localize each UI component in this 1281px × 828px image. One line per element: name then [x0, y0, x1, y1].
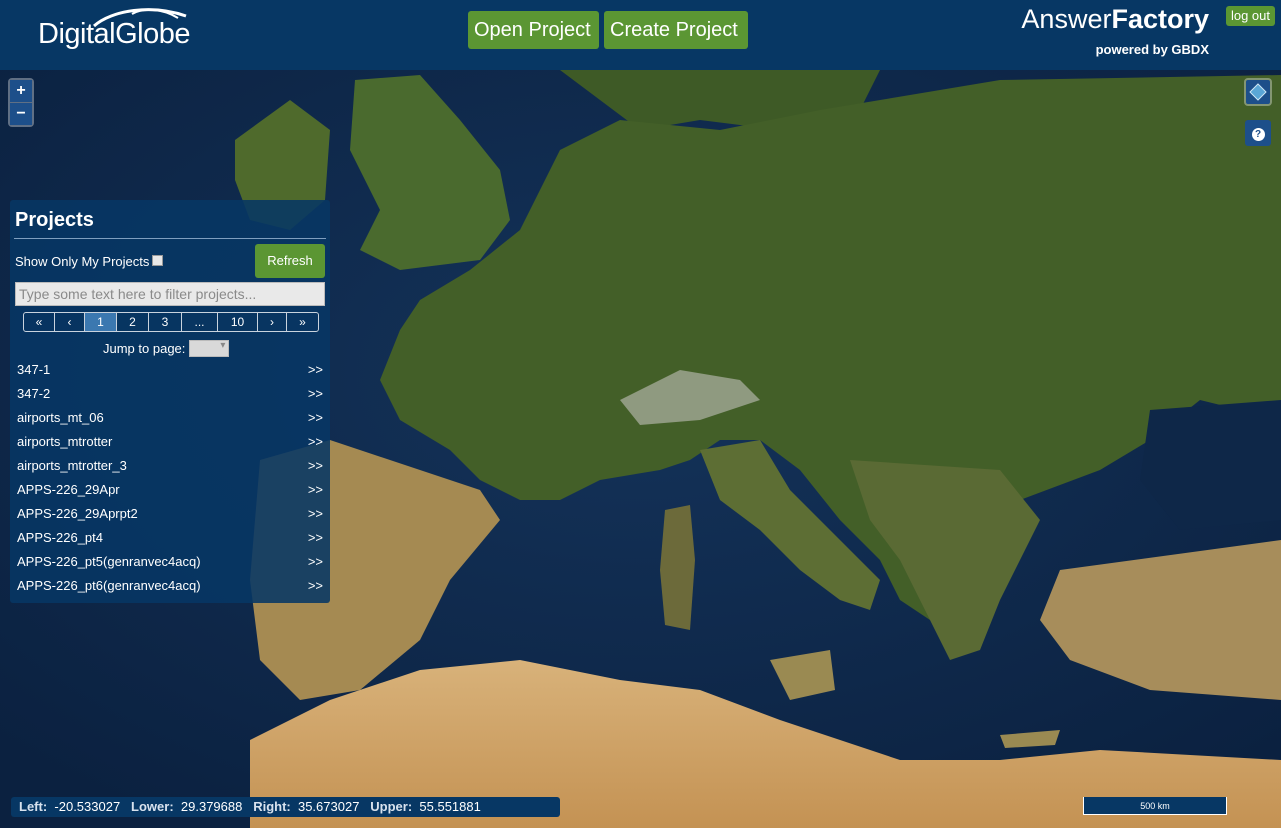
- project-name: APPS-226_29Apr: [17, 482, 120, 497]
- project-item[interactable]: APPS-226_pt5(genranvec4acq) >>: [10, 550, 330, 574]
- show-only-mine: Show Only My Projects: [15, 254, 164, 269]
- project-item[interactable]: APPS-226_pt4 >>: [10, 526, 330, 550]
- map-extent-readout: Left: -20.533027 Lower: 29.379688 Right:…: [11, 797, 560, 817]
- zoom-out-button[interactable]: −: [10, 103, 32, 125]
- open-project-arrow[interactable]: >>: [308, 502, 323, 526]
- pagination: « ‹ 1 2 3 ... 10 › »: [23, 312, 319, 332]
- pager-last[interactable]: »: [287, 313, 318, 331]
- pager-page-10[interactable]: 10: [218, 313, 258, 331]
- extent-upper-label: Upper:: [370, 799, 413, 814]
- land-corsica-sardinia: [660, 505, 695, 630]
- pager-next[interactable]: ›: [258, 313, 287, 331]
- project-filter-input[interactable]: [15, 282, 325, 306]
- extent-left-value: -20.533027: [54, 799, 121, 814]
- project-name: APPS-226_pt5(genranvec4acq): [17, 554, 201, 569]
- brand-light: Answer: [1021, 4, 1112, 34]
- project-name: APPS-226_pt4: [17, 530, 104, 545]
- logout-button[interactable]: log out: [1225, 6, 1275, 26]
- project-item[interactable]: airports_mt_06 >>: [10, 406, 330, 430]
- project-name: APPS-226_29Aprpt2: [17, 506, 138, 521]
- create-project-button[interactable]: Create Project: [604, 11, 748, 49]
- open-project-arrow[interactable]: >>: [308, 478, 323, 502]
- show-only-mine-label: Show Only My Projects: [15, 254, 150, 269]
- project-list: 347-1 >> 347-2 >> airports_mt_06 >> airport…: [10, 358, 330, 598]
- open-project-arrow[interactable]: >>: [308, 430, 323, 454]
- help-button[interactable]: ?: [1245, 120, 1271, 146]
- pager-page-2[interactable]: 2: [117, 313, 149, 331]
- project-item[interactable]: APPS-226_29Aprpt2 >>: [10, 502, 330, 526]
- open-project-arrow[interactable]: >>: [308, 526, 323, 550]
- layers-button[interactable]: [1244, 78, 1272, 106]
- project-name: airports_mtrotter_3: [17, 458, 127, 473]
- project-name: airports_mt_06: [17, 410, 104, 425]
- project-item[interactable]: APPS-226_29Apr >>: [10, 478, 330, 502]
- open-project-arrow[interactable]: >>: [308, 574, 323, 598]
- open-project-arrow[interactable]: >>: [308, 358, 323, 382]
- project-name: 347-2: [17, 386, 51, 401]
- pager-ellipsis: ...: [182, 313, 218, 331]
- pager-first[interactable]: «: [24, 313, 55, 331]
- project-name: airports_mtrotter: [17, 434, 113, 449]
- projects-panel: Projects Show Only My Projects Refresh «…: [10, 200, 330, 603]
- open-project-arrow[interactable]: >>: [308, 406, 323, 430]
- jump-to-page: Jump to page:: [103, 340, 230, 357]
- jump-label: Jump to page:: [103, 341, 186, 356]
- open-project-button[interactable]: Open Project: [468, 11, 599, 49]
- project-name: 347-1: [17, 362, 51, 377]
- pager-page-1[interactable]: 1: [85, 313, 117, 331]
- show-only-mine-checkbox[interactable]: [152, 255, 164, 266]
- extent-right-label: Right:: [253, 799, 291, 814]
- pager-page-3[interactable]: 3: [149, 313, 182, 331]
- refresh-button[interactable]: Refresh: [255, 244, 325, 278]
- zoom-in-button[interactable]: +: [10, 80, 32, 102]
- extent-lower-label: Lower:: [131, 799, 174, 814]
- open-project-arrow[interactable]: >>: [308, 454, 323, 478]
- extent-upper-value: 55.551881: [419, 799, 481, 814]
- extent-right-value: 35.673027: [297, 799, 360, 814]
- project-item[interactable]: 347-1 >>: [10, 358, 330, 382]
- extent-lower-value: 29.379688: [180, 799, 243, 814]
- scale-bar: 500 km: [1083, 797, 1227, 815]
- jump-to-page-select[interactable]: [189, 340, 230, 357]
- open-project-arrow[interactable]: >>: [308, 550, 323, 574]
- project-item[interactable]: APPS-226_pt6(genranvec4acq) >>: [10, 574, 330, 598]
- project-item[interactable]: 347-2 >>: [10, 382, 330, 406]
- panel-title: Projects: [15, 209, 94, 231]
- layers-icon: [1246, 80, 1270, 104]
- project-name: APPS-226_pt6(genranvec4acq): [17, 578, 201, 593]
- divider: [14, 238, 326, 239]
- project-item[interactable]: airports_mtrotter_3 >>: [10, 454, 330, 478]
- open-project-arrow[interactable]: >>: [308, 382, 323, 406]
- pager-prev[interactable]: ‹: [55, 313, 85, 331]
- help-icon: ?: [1251, 128, 1265, 141]
- answerfactory-brand: AnswerFactory: [1021, 4, 1209, 35]
- project-item[interactable]: airports_mtrotter >>: [10, 430, 330, 454]
- brand-bold: Factory: [1111, 4, 1209, 34]
- digitalglobe-logo[interactable]: DigitalGlobe: [38, 18, 190, 51]
- top-bar: DigitalGlobe Open Project Create Project…: [0, 0, 1281, 70]
- zoom-control: + −: [8, 78, 34, 127]
- powered-by-text: powered by GBDX: [1095, 42, 1209, 57]
- extent-left-label: Left:: [19, 799, 48, 814]
